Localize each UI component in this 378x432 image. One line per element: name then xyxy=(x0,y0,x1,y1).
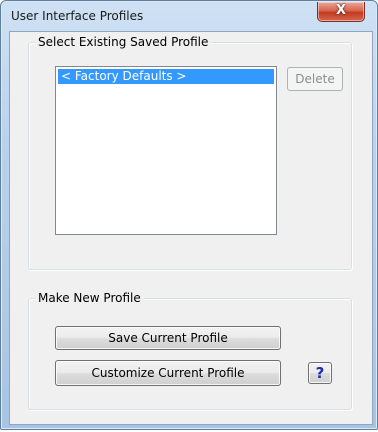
new-profile-group-label: Make New Profile xyxy=(35,291,144,305)
window-title: User Interface Profiles xyxy=(11,9,144,23)
close-button[interactable]: X xyxy=(317,2,365,22)
existing-profile-group: Select Existing Saved Profile < Factory … xyxy=(28,35,352,270)
new-profile-group: Make New Profile Save Current Profile Cu… xyxy=(28,291,352,410)
save-current-profile-button[interactable]: Save Current Profile xyxy=(55,326,281,350)
close-icon: X xyxy=(335,3,347,18)
question-icon: ? xyxy=(315,364,325,382)
help-button[interactable]: ? xyxy=(308,362,332,384)
delete-button[interactable]: Delete xyxy=(287,67,343,91)
title-bar[interactable]: User Interface Profiles X xyxy=(1,1,377,31)
existing-profile-group-label: Select Existing Saved Profile xyxy=(35,35,212,49)
profile-list-item[interactable]: < Factory Defaults > xyxy=(58,69,274,84)
profile-listbox[interactable]: < Factory Defaults > xyxy=(55,66,277,235)
customize-current-profile-button[interactable]: Customize Current Profile xyxy=(55,360,281,386)
